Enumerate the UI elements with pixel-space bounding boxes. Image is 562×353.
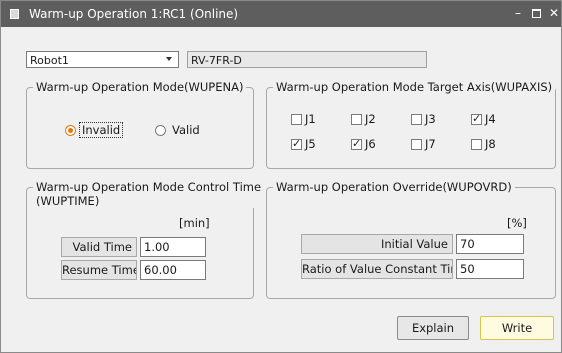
warmup-mode-title: Warm-up Operation Mode(WUPENA) [33,80,247,94]
override-title: Warm-up Operation Override(WUPOVRD) [273,180,515,194]
axis-checkbox-j5[interactable]: ✓ [291,137,302,150]
axis-checkbox-j1[interactable] [291,114,302,125]
checkmark-icon: ✓ [352,137,362,150]
axis-checkbox-j8[interactable] [471,139,482,150]
window-title: Warm-up Operation 1:RC1 (Online) [29,7,239,21]
initial-value-input[interactable]: 70 [456,234,524,254]
valid-time-input[interactable]: 1.00 [140,237,206,257]
chevron-down-icon [166,57,172,61]
maximize-icon[interactable] [528,5,544,21]
initial-value-label: Initial Value [301,234,453,254]
checkmark-icon: ✓ [472,112,482,125]
warmup-operation-window: Warm-up Operation 1:RC1 (Online) – ✕ Rob… [0,0,562,353]
invalid-radio-label[interactable]: Invalid [79,122,124,138]
explain-button[interactable]: Explain [397,316,469,340]
checkmark-icon: ✓ [292,137,302,150]
axis-checkbox-j7[interactable] [411,139,422,150]
target-axis-title: Warm-up Operation Mode Target Axis(WUPAX… [273,80,556,94]
target-axis-group: Warm-up Operation Mode Target Axis(WUPAX… [266,80,556,169]
resume-time-input[interactable]: 60.00 [140,260,206,280]
axis-checkbox-j4[interactable]: ✓ [471,112,482,125]
axis-label-j7: J7 [425,137,436,151]
close-icon[interactable]: ✕ [546,5,561,21]
app-icon [10,9,19,19]
minimize-icon[interactable]: – [510,5,526,21]
axis-label-j5: J5 [305,137,316,151]
axis-label-j8: J8 [485,137,496,151]
axis-label-j6: J6 [365,137,376,151]
robot-model-value: RV-7FR-D [191,54,242,67]
robot-select[interactable]: Robot1 [26,51,179,68]
robot-model-field: RV-7FR-D [187,51,427,68]
ratio-constant-time-label: Ratio of Value Constant Time [301,259,453,279]
valid-radio[interactable] [155,125,166,136]
axis-label-j2: J2 [365,112,376,126]
axis-checkbox-j6[interactable]: ✓ [351,137,362,150]
override-unit-label: [%] [507,216,527,230]
axis-label-j4: J4 [485,112,496,126]
ratio-constant-time-input[interactable]: 50 [456,259,524,279]
control-time-title: Warm-up Operation Mode Control Time (WUPT… [33,180,265,208]
write-button[interactable]: Write [480,316,554,340]
axis-checkbox-j3[interactable] [411,114,422,125]
invalid-radio[interactable] [65,125,76,136]
axis-label-j3: J3 [425,112,436,126]
valid-radio-label[interactable]: Valid [172,123,200,137]
warmup-mode-group: Warm-up Operation Mode(WUPENA) Invalid V… [26,80,254,169]
control-time-group: Warm-up Operation Mode Control Time (WUPT… [26,180,265,299]
valid-time-label: Valid Time [61,237,137,257]
override-group: Warm-up Operation Override(WUPOVRD) [%] … [266,180,556,299]
time-unit-label: [min] [179,216,210,230]
axis-checkbox-j2[interactable] [351,114,362,125]
title-bar[interactable]: Warm-up Operation 1:RC1 (Online) – ✕ [1,1,561,27]
robot-select-value: Robot1 [30,54,69,67]
axis-label-j1: J1 [305,112,316,126]
resume-time-label: Resume Time [61,260,137,280]
